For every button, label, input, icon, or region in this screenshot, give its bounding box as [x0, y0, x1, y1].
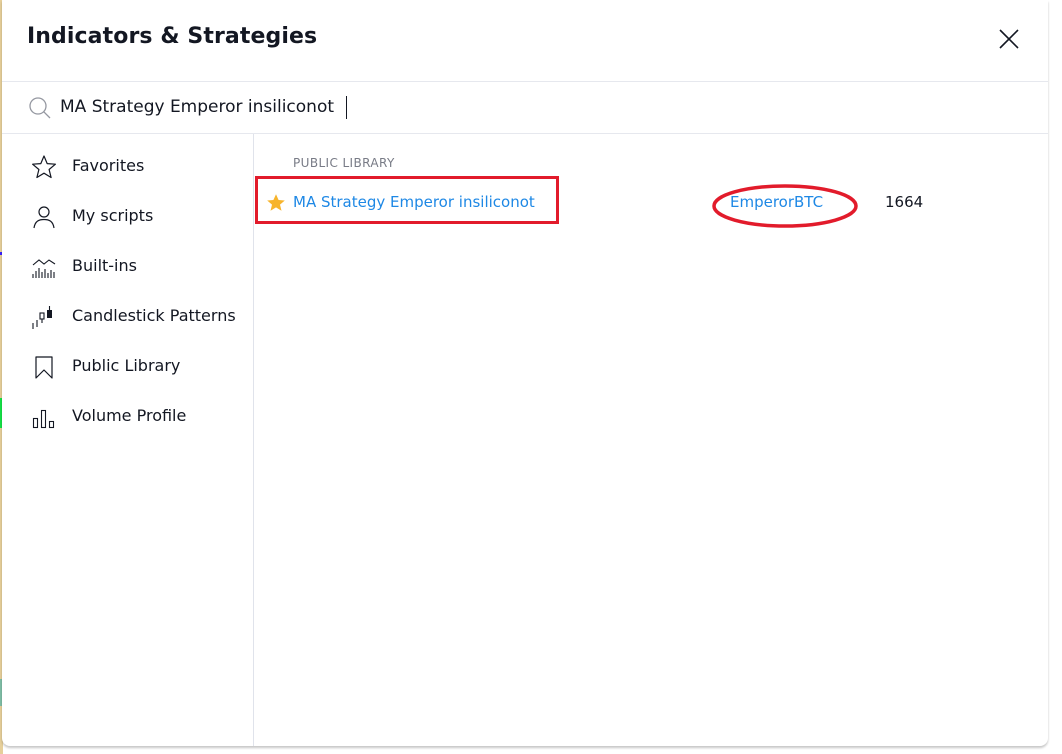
highlight-ellipse-annotation	[712, 184, 858, 228]
dialog-header: Indicators & Strategies	[2, 0, 1048, 82]
search-input[interactable]	[60, 94, 960, 120]
sidebar-item-label: My scripts	[72, 206, 154, 225]
sidebar-item-label: Public Library	[72, 356, 181, 375]
sidebar-item-public-library[interactable]: Public Library	[2, 343, 253, 389]
star-outline-icon	[32, 155, 56, 179]
sidebar-item-my-scripts[interactable]: My scripts	[2, 193, 253, 239]
likes-count: 1664	[885, 193, 924, 211]
candlestick-icon	[32, 306, 52, 329]
sidebar-item-label: Volume Profile	[72, 406, 187, 425]
user-icon	[33, 206, 55, 229]
sidebar-item-label: Candlestick Patterns	[72, 306, 236, 325]
sidebar-item-label: Built-ins	[72, 256, 137, 275]
close-icon	[999, 29, 1019, 49]
section-label: PUBLIC LIBRARY	[293, 156, 395, 170]
sidebar-item-label: Favorites	[72, 156, 145, 175]
sidebar-item-built-ins[interactable]: Built-ins	[2, 243, 253, 289]
category-sidebar: Favorites My scripts Built-ins Candlesti…	[2, 134, 254, 746]
results-panel: PUBLIC LIBRARY MA Strategy Emperor insil…	[254, 134, 1048, 746]
built-ins-chart-icon	[32, 259, 56, 278]
indicators-dialog: Indicators & Strategies Favorites My sc	[2, 0, 1048, 746]
sidebar-item-volume-profile[interactable]: Volume Profile	[2, 393, 253, 439]
text-caret	[346, 96, 347, 119]
volume-profile-icon	[32, 409, 55, 429]
search-icon	[29, 97, 51, 119]
highlight-rectangle-annotation	[255, 176, 559, 224]
sidebar-item-favorites[interactable]: Favorites	[2, 143, 253, 189]
bookmark-icon	[35, 356, 53, 379]
search-bar	[2, 82, 1048, 134]
dialog-title: Indicators & Strategies	[27, 24, 318, 49]
sidebar-item-candlestick-patterns[interactable]: Candlestick Patterns	[2, 293, 253, 339]
close-button[interactable]	[996, 26, 1022, 52]
